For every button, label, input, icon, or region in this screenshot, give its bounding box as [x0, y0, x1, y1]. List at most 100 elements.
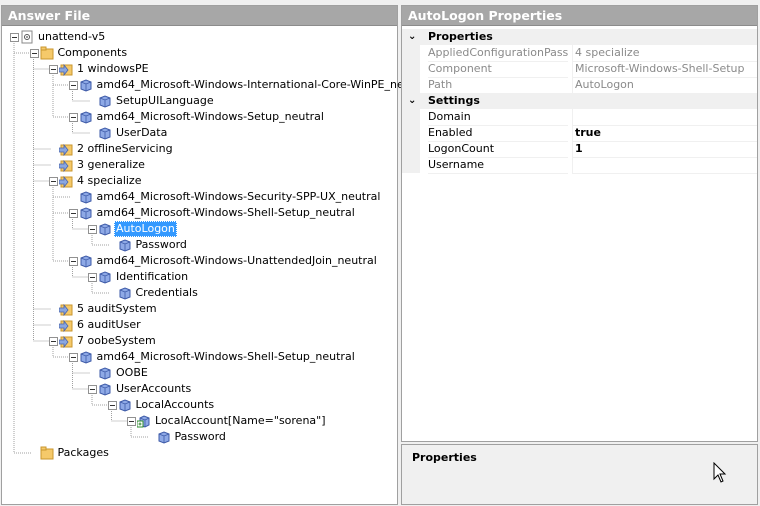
tree-node[interactable]: UserAccounts [2, 381, 397, 397]
property-value[interactable]: true [572, 125, 757, 142]
property-row[interactable]: Enabled true [402, 125, 757, 142]
tree-node-label[interactable]: amd64_Microsoft-Windows-Shell-Setup_neut… [95, 349, 357, 365]
property-category[interactable]: ⌄ Properties [402, 29, 757, 45]
collapse-toggle-icon[interactable] [127, 417, 136, 426]
tree-node[interactable]: amd64_Microsoft-Windows-Shell-Setup_neut… [2, 205, 397, 221]
tree-node-label[interactable]: SetupUILanguage [114, 93, 216, 109]
component-icon [119, 239, 130, 252]
tree-node-label[interactable]: OOBE [114, 365, 150, 381]
tree-node[interactable]: 7 oobeSystem [2, 333, 397, 349]
property-value: Microsoft-Windows-Shell-Setup [572, 61, 757, 78]
component-icon [80, 79, 91, 92]
tree-node[interactable]: OOBE [2, 365, 397, 381]
collapse-toggle-icon[interactable] [68, 81, 78, 90]
tree-node[interactable]: 2 offlineServicing [2, 141, 397, 157]
tree-node-label[interactable]: 2 offlineServicing [75, 141, 175, 157]
answer-file-tree[interactable]: unattend-v5 Components 1 windowsPE amd64_Mi… [2, 27, 429, 504]
property-value[interactable]: 1 [572, 141, 757, 158]
tree-node-label[interactable]: UserAccounts [114, 381, 193, 397]
tree-node[interactable]: SetupUILanguage [2, 93, 397, 109]
tree-node-label[interactable]: 3 generalize [75, 157, 147, 173]
tree-node-label[interactable]: amd64_Microsoft-Windows-Security-SPP-UX_… [95, 189, 383, 205]
collapse-toggle-icon[interactable] [68, 257, 78, 266]
tree-node-label[interactable]: unattend-v5 [36, 29, 107, 45]
tree-node[interactable]: amd64_Microsoft-Windows-Shell-Setup_neut… [2, 349, 397, 365]
collapse-chevron-icon[interactable]: ⌄ [408, 29, 416, 45]
tree-node[interactable]: AutoLogon [2, 221, 397, 237]
collapse-toggle-icon[interactable] [49, 337, 58, 346]
tree-node-label[interactable]: Packages [56, 445, 111, 461]
tree-node-label[interactable]: amd64_Microsoft-Windows-International-Co… [95, 77, 432, 93]
tree-node-label[interactable]: Password [134, 237, 189, 253]
tree-node-label[interactable]: amd64_Microsoft-Windows-Setup_neutral [95, 109, 326, 125]
tree-node[interactable]: LocalAccount[Name="sorena"] [2, 413, 397, 429]
property-row[interactable]: LogonCount 1 [402, 141, 757, 158]
tree-node[interactable]: Packages [2, 445, 397, 461]
tree-node[interactable]: 4 specialize [2, 173, 397, 189]
tree-node[interactable]: Identification [2, 269, 397, 285]
property-row[interactable]: Username [402, 157, 757, 174]
collapse-toggle-icon[interactable] [68, 209, 78, 218]
tree-node[interactable]: Password [2, 237, 397, 253]
collapse-toggle-icon[interactable] [88, 385, 97, 394]
collapse-toggle-icon[interactable] [88, 273, 97, 282]
component-icon [80, 111, 91, 124]
tree-node-label[interactable]: amd64_Microsoft-Windows-Shell-Setup_neut… [95, 205, 357, 221]
tree-node-label[interactable]: Credentials [134, 285, 200, 301]
tree-node-label[interactable]: 5 auditSystem [75, 301, 159, 317]
tree-node-label[interactable]: 1 windowsPE [75, 61, 151, 77]
collapse-toggle-icon[interactable] [88, 225, 97, 234]
property-grid[interactable]: ⌄ Properties AppliedConfigurationPass 4 spe… [402, 27, 757, 441]
collapse-toggle-icon[interactable] [68, 113, 78, 122]
component-icon [80, 255, 91, 268]
tree-node-label[interactable]: AutoLogon [114, 221, 177, 237]
folder-icon [40, 446, 53, 460]
description-title: Properties [412, 451, 477, 464]
component-icon [80, 207, 91, 220]
tree-node-label[interactable]: 4 specialize [75, 173, 143, 189]
tree-node[interactable]: Components [2, 45, 397, 61]
tree-node[interactable]: amd64_Microsoft-Windows-Security-SPP-UX_… [2, 189, 397, 205]
tree-node[interactable]: amd64_Microsoft-Windows-UnattendedJoin_n… [2, 253, 397, 269]
collapse-chevron-icon[interactable]: ⌄ [408, 93, 416, 109]
tree-node-label[interactable]: amd64_Microsoft-Windows-UnattendedJoin_n… [95, 253, 379, 269]
property-category[interactable]: ⌄ Settings [402, 93, 757, 109]
collapse-toggle-icon[interactable] [49, 177, 58, 186]
property-value[interactable] [572, 109, 757, 126]
property-gutter [402, 109, 420, 125]
mouse-cursor-icon [713, 462, 727, 483]
tree-node[interactable]: amd64_Microsoft-Windows-Setup_neutral [2, 109, 397, 125]
tree-node-label[interactable]: Components [56, 45, 130, 61]
tree-node[interactable]: 3 generalize [2, 157, 397, 173]
tree-node[interactable]: 5 auditSystem [2, 301, 397, 317]
tree-node[interactable]: amd64_Microsoft-Windows-International-Co… [2, 77, 429, 93]
property-gutter [402, 45, 420, 61]
property-row[interactable]: Component Microsoft-Windows-Shell-Setup [402, 61, 757, 78]
tree-node[interactable]: unattend-v5 [2, 29, 397, 45]
tree-node-label[interactable]: UserData [114, 125, 169, 141]
collapse-toggle-icon[interactable] [29, 49, 39, 58]
tree-node-label[interactable]: LocalAccounts [134, 397, 217, 413]
collapse-toggle-icon[interactable] [49, 65, 58, 74]
tree-node-label[interactable]: Identification [114, 269, 190, 285]
tree-node-label[interactable]: Password [173, 429, 228, 445]
tree-node[interactable]: Credentials [2, 285, 397, 301]
property-value[interactable] [572, 157, 757, 174]
tree-node-label[interactable]: 6 auditUser [75, 317, 143, 333]
collapse-toggle-icon[interactable] [10, 33, 19, 42]
pass-icon [59, 175, 73, 188]
property-row[interactable]: AppliedConfigurationPass 4 specialize [402, 45, 757, 62]
collapse-toggle-icon[interactable] [68, 353, 78, 362]
tree-node-label[interactable]: LocalAccount[Name="sorena"] [153, 413, 328, 429]
tree-node-label[interactable]: 7 oobeSystem [75, 333, 158, 349]
tree-node[interactable]: UserData [2, 125, 397, 141]
tree-node[interactable]: 6 auditUser [2, 317, 397, 333]
property-row[interactable]: Path AutoLogon [402, 77, 757, 94]
tree-node[interactable]: Password [2, 429, 397, 445]
property-row[interactable]: Domain [402, 109, 757, 126]
collapse-toggle-icon[interactable] [107, 401, 117, 410]
folder-icon [40, 46, 53, 60]
tree-node[interactable]: LocalAccounts [2, 397, 397, 413]
pass-icon [59, 63, 73, 76]
tree-node[interactable]: 1 windowsPE [2, 61, 397, 77]
